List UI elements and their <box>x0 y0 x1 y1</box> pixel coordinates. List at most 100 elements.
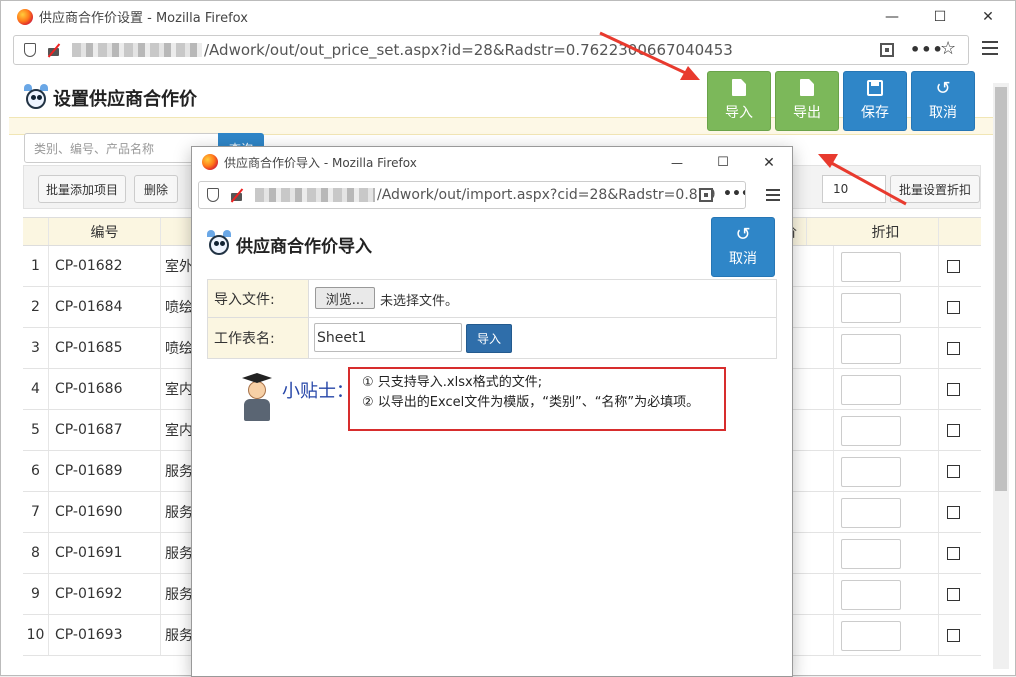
row-code: CP-01693 <box>49 615 161 655</box>
minimize-button[interactable]: — <box>869 1 915 32</box>
export-button[interactable]: 导出 <box>775 71 839 131</box>
tip-box: ① 只支持导入.xlsx格式的文件; ② 以导出的Excel文件为模版，“类别”… <box>348 367 726 431</box>
row-code: CP-01689 <box>49 451 161 491</box>
save-button[interactable]: 保存 <box>843 71 907 131</box>
maximize-button[interactable]: ☐ <box>917 1 963 32</box>
row-code: CP-01685 <box>49 328 161 368</box>
row-code: CP-01682 <box>49 246 161 286</box>
row-checkbox[interactable] <box>947 465 960 478</box>
qr-code-icon[interactable] <box>699 188 713 202</box>
cancel-button[interactable]: ↺ 取消 <box>911 71 975 131</box>
cow-mascot-icon <box>23 83 49 113</box>
discount-input[interactable] <box>841 416 901 446</box>
tip-label: 小贴士： <box>282 381 354 402</box>
row-checkbox[interactable] <box>947 547 960 560</box>
row-code: CP-01684 <box>49 287 161 327</box>
row-checkbox[interactable] <box>947 424 960 437</box>
file-label: 导入文件: <box>208 280 309 317</box>
popup-maximize-button[interactable]: ☐ <box>700 147 746 178</box>
firefox-icon <box>17 8 33 25</box>
vertical-scrollbar[interactable] <box>993 83 1009 669</box>
blurred-hostname <box>72 43 202 57</box>
menu-icon[interactable] <box>982 41 998 55</box>
scholar-mascot-icon <box>236 373 278 425</box>
row-index: 6 <box>23 451 49 491</box>
discount-input[interactable] <box>841 621 901 651</box>
url-text[interactable]: /Adwork/out/out_price_set.aspx?id=28&Rad… <box>204 41 733 59</box>
import-button[interactable]: 导入 <box>707 71 771 131</box>
row-checkbox[interactable] <box>947 506 960 519</box>
popup-address-bar[interactable]: /Adwork/out/import.aspx?cid=28&Radstr=0.… <box>198 181 746 209</box>
file-row: 导入文件: 浏览... 未选择文件。 <box>208 280 776 318</box>
row-checkbox[interactable] <box>947 301 960 314</box>
sheet-name-input[interactable]: Sheet1 <box>314 323 462 352</box>
row-index: 9 <box>23 574 49 614</box>
discount-input[interactable] <box>841 293 901 323</box>
page-title: 设置供应商合作价 <box>53 89 197 110</box>
popup-cancel-button[interactable]: ↺ 取消 <box>711 217 775 277</box>
window-title: 供应商合作价设置 - Mozilla Firefox <box>39 11 248 26</box>
more-actions-icon[interactable]: ••• <box>721 186 745 202</box>
qr-code-icon[interactable] <box>880 43 894 57</box>
row-code: CP-01686 <box>49 369 161 409</box>
row-checkbox[interactable] <box>947 260 960 273</box>
insecure-lock-icon[interactable] <box>46 43 62 57</box>
row-index: 10 <box>23 615 49 655</box>
main-titlebar: 供应商合作价设置 - Mozilla Firefox — ☐ ✕ <box>1 1 1015 32</box>
more-actions-icon[interactable]: ••• <box>910 40 944 59</box>
discount-input[interactable] <box>841 375 901 405</box>
row-checkbox[interactable] <box>947 629 960 642</box>
insecure-lock-icon[interactable] <box>229 188 245 202</box>
undo-icon: ↺ <box>935 78 951 99</box>
discount-input[interactable] <box>841 580 901 610</box>
row-index: 7 <box>23 492 49 532</box>
cancel-button-label: 取消 <box>929 105 957 121</box>
row-code: CP-01692 <box>49 574 161 614</box>
blurred-hostname <box>255 188 375 202</box>
shield-icon[interactable] <box>24 43 36 57</box>
header-index <box>23 218 49 245</box>
popup-title: 供应商合作价导入 - Mozilla Firefox <box>224 155 417 170</box>
export-button-label: 导出 <box>793 105 821 121</box>
discount-input[interactable] <box>841 252 901 282</box>
import-form: 导入文件: 浏览... 未选择文件。 工作表名: Sheet1 导入 <box>207 279 777 359</box>
discount-input[interactable] <box>841 334 901 364</box>
row-checkbox[interactable] <box>947 383 960 396</box>
row-checkbox[interactable] <box>947 342 960 355</box>
shield-icon[interactable] <box>207 188 219 202</box>
row-index: 8 <box>23 533 49 573</box>
row-code: CP-01687 <box>49 410 161 450</box>
row-code: CP-01691 <box>49 533 161 573</box>
popup-minimize-button[interactable]: — <box>654 147 700 178</box>
address-bar[interactable]: /Adwork/out/out_price_set.aspx?id=28&Rad… <box>13 35 969 65</box>
row-checkbox[interactable] <box>947 588 960 601</box>
sheet-label: 工作表名: <box>208 318 309 358</box>
row-index: 3 <box>23 328 49 368</box>
batch-add-button[interactable]: 批量添加项目 <box>38 175 126 203</box>
save-button-label: 保存 <box>861 105 889 121</box>
import-button-label: 导入 <box>725 105 753 121</box>
no-file-text: 未选择文件。 <box>380 294 459 309</box>
popup-header: 供应商合作价导入 <box>206 229 372 259</box>
sheet-row: 工作表名: Sheet1 导入 <box>208 318 776 358</box>
scrollbar-thumb[interactable] <box>995 87 1007 491</box>
bookmark-star-icon[interactable]: ☆ <box>940 38 956 59</box>
row-index: 1 <box>23 246 49 286</box>
popup-import-button[interactable]: 导入 <box>466 324 512 353</box>
popup-url-text[interactable]: /Adwork/out/import.aspx?cid=28&Radstr=0.… <box>377 187 716 203</box>
delete-button[interactable]: 删除 <box>134 175 178 203</box>
tip-line-2: ② 以导出的Excel文件为模版，“类别”、“名称”为必填项。 <box>362 395 700 410</box>
discount-input[interactable] <box>841 457 901 487</box>
close-button[interactable]: ✕ <box>965 1 1011 32</box>
header-discount: 折扣 <box>833 218 939 245</box>
page-header: 设置供应商合作价 <box>23 83 197 113</box>
popup-page-title: 供应商合作价导入 <box>236 236 372 257</box>
discount-input[interactable] <box>841 498 901 528</box>
discount-input[interactable] <box>841 539 901 569</box>
browse-button[interactable]: 浏览... <box>315 287 375 309</box>
batch-discount-button[interactable]: 批量设置折扣 <box>890 175 980 203</box>
popup-menu-icon[interactable] <box>766 189 780 201</box>
popup-close-button[interactable]: ✕ <box>746 147 792 178</box>
discount-value-input[interactable]: 10 <box>822 175 886 203</box>
header-code: 编号 <box>49 218 161 245</box>
